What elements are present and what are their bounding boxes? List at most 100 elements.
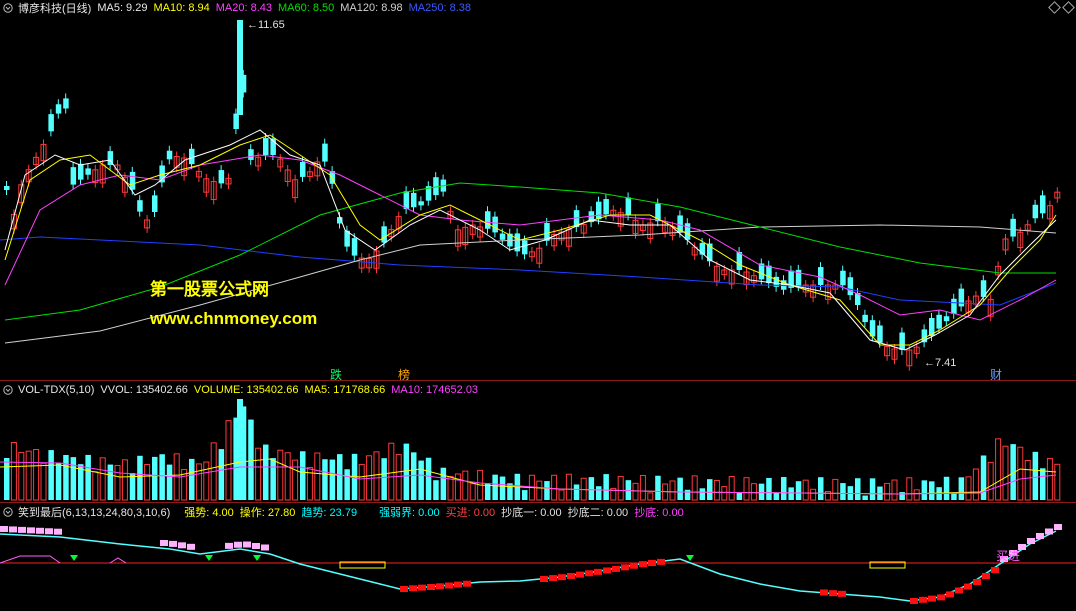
volume-bar [48,450,54,500]
red-block [937,594,945,601]
candle-body [63,98,69,109]
candle-body [485,211,491,229]
candle-body [237,20,243,115]
red-block [648,560,656,566]
red-block [838,590,846,597]
volume-bar [669,480,676,501]
volume-bar [248,419,254,500]
legend-ma120: MA120: 8.98 [340,1,403,14]
red-block [964,583,972,590]
candle-body [433,177,439,196]
watermark-title: 第一股票公式网 [150,280,269,299]
pink-block [252,543,260,549]
signal-triangle [205,555,213,561]
gear-icon[interactable] [3,2,13,13]
volume-bar [573,484,580,500]
red-block [585,570,593,577]
volume-bar [203,461,210,501]
volume-bar [750,483,757,501]
red-block [427,583,435,590]
volume-bar [781,477,787,500]
red-block [454,581,462,588]
volume-chart[interactable] [0,397,1076,501]
legend-ma60: MA60: 8.50 [278,1,335,14]
stock-title[interactable]: 博彦科技(日线) [18,0,91,16]
volume-bar [995,438,1002,501]
volume-bar [263,444,269,500]
volume-bar [862,495,868,500]
volume-bar [322,459,328,500]
volume-bar [596,486,602,500]
volume-bar [395,454,402,501]
volume-bar [1046,457,1053,501]
pink-block [45,528,53,535]
volume-bar [454,473,461,501]
legend-chaodi2: 抄底二: 0.00 [567,506,629,519]
volume-bar [499,476,506,500]
volume-bar [713,479,720,501]
candle-body [70,167,77,185]
pink-block [225,542,233,549]
volume-bar [707,479,713,500]
volume-bar [337,454,343,500]
candle-body [899,332,905,350]
volume-bar [728,476,735,501]
candle-body [862,314,868,323]
panel-divider [0,380,1076,381]
red-block [445,582,453,589]
volume-bar [684,489,691,500]
legend-qiangruojie: 强弱界: 0.00 [379,506,440,519]
red-block [409,585,417,592]
volume-bar [965,476,972,501]
volume-bar [388,442,395,501]
indicator-legend: 笑到最后(6,13,13,24,80,3,10,6) 强势: 4.00 操作: … [0,504,1076,519]
red-block [540,576,548,582]
legend-volume: VOLUME: 135402.66 [193,383,299,396]
red-block [639,561,647,568]
candle-body [411,192,417,208]
volume-bar [655,475,661,500]
red-block [418,584,426,591]
candle-body [958,288,965,307]
buy-signal-label: 买进 [996,549,1021,563]
volume-bar [766,477,772,500]
volume-bar [18,451,25,501]
low-price-label: ←7.41 [924,357,957,369]
volume-bar [121,459,128,501]
vol-title[interactable]: VOL-TDX(5,10) [18,384,94,396]
red-block [463,580,471,587]
volume-bar [425,457,432,500]
gear-icon[interactable] [3,384,13,395]
volume-bar [818,477,824,500]
gear-icon[interactable] [3,506,13,517]
red-block [400,586,408,592]
pink-block [1036,533,1044,539]
volume-bar [195,463,202,501]
volume-bar [225,420,232,501]
volume-bar [314,452,321,501]
legend-vvol: VVOL: 135402.66 [100,383,188,396]
vol-ma10-line [0,461,1057,495]
candle-body [55,104,62,114]
volume-bar [788,487,794,500]
candle-body [736,252,743,270]
volume-bar [189,458,195,500]
candle-body [1010,218,1016,237]
volume-bar [522,490,528,500]
candle-body [322,143,328,162]
red-block [657,558,665,565]
candle-body [840,270,846,286]
volume-bar [63,454,69,500]
indicator-title[interactable]: 笑到最后(6,13,13,24,80,3,10,6) [18,504,170,520]
pink-block [234,541,242,548]
legend-ma5: MA5: 9.29 [97,1,148,14]
candle-body [248,149,254,160]
volume-bar [899,492,905,500]
candle-body [418,201,424,206]
signal-triangle [253,555,261,561]
pink-block [9,526,17,533]
volume-bar [25,450,32,501]
indicator-chart[interactable] [0,519,1076,611]
volume-bar [381,458,387,500]
red-block [567,572,575,579]
